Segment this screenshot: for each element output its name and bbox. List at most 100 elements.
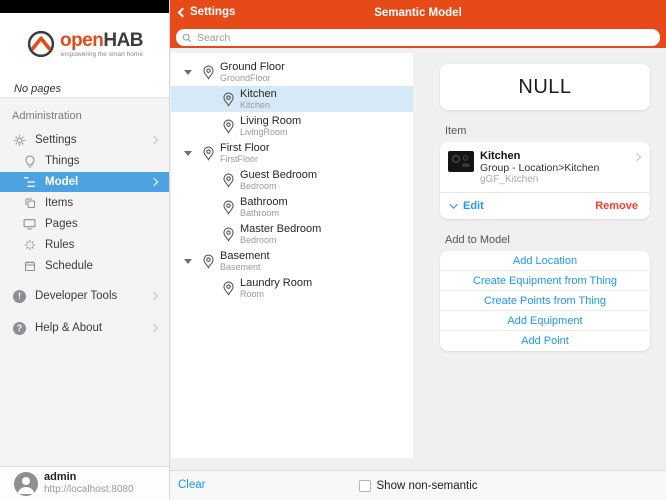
server-url: http://localhost:8080 [44,484,134,495]
search-input[interactable] [197,32,654,44]
item-card: Kitchen Group - Location>Kitchen gGF_Kit… [440,142,650,219]
add-location-button[interactable]: Add Location [440,251,650,271]
details-panel: NULL Item Kitchen Group - Location>Kitch… [440,48,650,351]
tree-item-title: Guest Bedroom [240,169,317,181]
tree-row-ground-floor[interactable]: Ground FloorGroundFloor [171,61,413,83]
collapse-arrow-icon[interactable] [184,259,192,264]
sidebar-item-label: Pages [45,218,78,230]
edit-label: Edit [463,200,484,212]
tree-item-subtitle: Basement [220,262,270,272]
sidebar-item-model[interactable]: Model [0,172,169,192]
tree-item-title: Living Room [240,115,301,127]
collapse-arrow-icon[interactable] [184,70,192,75]
sidebar-item-developer-tools[interactable]: ! Developer Tools [0,286,169,306]
sidebar-item-help-about[interactable]: ? Help & About [0,318,169,338]
user-account-block[interactable]: admin http://localhost:8080 [0,466,169,500]
kitchen-thumbnail-image [448,151,474,172]
sidebar-item-label: Items [45,197,73,209]
item-type-meta: Group - Location>Kitchen [480,162,599,174]
admin-section-label: Administration [0,108,169,130]
model-tree-icon [22,175,37,190]
sidebar-item-label: Things [45,155,80,167]
tree-item-title: Master Bedroom [240,223,321,235]
sidebar-item-settings[interactable]: Settings [0,130,169,150]
location-pin-icon [222,119,235,134]
chevron-right-icon [150,136,158,144]
tree-item-subtitle: Bedroom [240,181,317,191]
show-non-semantic-checkbox[interactable] [359,480,371,492]
add-to-model-actions: Add Location Create Equipment from Thing… [440,251,650,351]
chevron-right-icon [150,292,158,300]
tree-item-subtitle: Room [240,289,312,299]
openhab-app-window: openHAB empowering the smart home No pag… [0,0,666,500]
lightbulb-icon [22,154,37,169]
sidebar-item-label: Help & About [35,322,102,334]
remove-button[interactable]: Remove [595,200,638,212]
sidebar-item-label: Settings [35,134,77,146]
tree-item-title: Basement [220,250,270,262]
top-black-strip [0,0,169,13]
page-header: Settings Semantic Model [170,0,666,48]
sidebar-nav: Administration Settings Things Model [0,97,169,466]
tree-row-guest-bedroom[interactable]: Guest BedroomBedroom [171,169,413,191]
tree-item-subtitle: Kitchen [240,100,277,110]
item-row-kitchen[interactable]: Kitchen Group - Location>Kitchen gGF_Kit… [440,142,650,192]
sidebar-item-schedule[interactable]: Schedule [0,256,169,276]
tree-item-title: Laundry Room [240,277,312,289]
show-non-semantic-label: Show non-semantic [377,480,478,492]
footer-toolbar: Clear Show non-semantic [170,470,666,500]
tree-row-first-floor[interactable]: First FloorFirstFloor [171,142,413,164]
tree-item-title: Kitchen [240,88,277,100]
sidebar: openHAB empowering the smart home No pag… [0,0,170,500]
tree-row-bathroom[interactable]: BathroomBathroom [171,196,413,218]
create-points-from-thing-button[interactable]: Create Points from Thing [440,291,650,311]
location-pin-icon [222,92,235,107]
create-equipment-from-thing-button[interactable]: Create Equipment from Thing [440,271,650,291]
items-copy-icon [22,196,37,211]
gear-icon [12,133,27,148]
location-pin-icon [222,200,235,215]
tree-row-living-room[interactable]: Living RoomLivingRoom [171,115,413,137]
edit-button[interactable]: Edit [452,200,484,212]
location-pin-icon [222,227,235,242]
chevron-down-icon [449,200,457,208]
chevron-right-icon [150,178,158,186]
collapse-arrow-icon[interactable] [184,151,192,156]
tree-row-basement[interactable]: BasementBasement [171,250,413,272]
tree-item-subtitle: Bathroom [240,208,288,218]
sidebar-item-pages[interactable]: Pages [0,214,169,234]
item-internal-name: gGF_Kitchen [480,174,599,186]
pages-monitor-icon [22,217,37,232]
add-point-button[interactable]: Add Point [440,331,650,351]
add-to-model-section-label: Add to Model [445,234,650,246]
search-bar [176,29,660,46]
location-pin-icon [202,65,215,80]
avatar [14,472,38,496]
location-pin-icon [202,146,215,161]
brand-text: openHAB [60,31,143,50]
sidebar-item-rules[interactable]: Rules [0,235,169,255]
sidebar-item-label: Schedule [45,260,93,272]
chevron-right-icon [150,324,158,332]
tree-item-subtitle: FirstFloor [220,154,270,164]
search-icon [182,33,192,43]
tree-item-title: First Floor [220,142,270,154]
sidebar-item-things[interactable]: Things [0,151,169,171]
tree-item-subtitle: GroundFloor [220,73,285,83]
tree-row-laundry-room[interactable]: Laundry RoomRoom [171,277,413,299]
developer-tools-icon: ! [12,289,27,304]
page-title: Semantic Model [170,7,666,19]
openhab-logo-icon [26,29,56,59]
brand-tagline: empowering the smart home [61,51,143,58]
schedule-calendar-icon [22,259,37,274]
location-pin-icon [222,173,235,188]
sidebar-item-items[interactable]: Items [0,193,169,213]
sidebar-item-label: Rules [45,239,74,251]
tree-item-title: Ground Floor [220,61,285,73]
tree-row-kitchen[interactable]: KitchenKitchen [171,86,413,112]
item-state-display: NULL [440,64,650,110]
tree-item-subtitle: LivingRoom [240,127,301,137]
tree-item-title: Bathroom [240,196,288,208]
tree-row-master-bedroom[interactable]: Master BedroomBedroom [171,223,413,245]
add-equipment-button[interactable]: Add Equipment [440,311,650,331]
